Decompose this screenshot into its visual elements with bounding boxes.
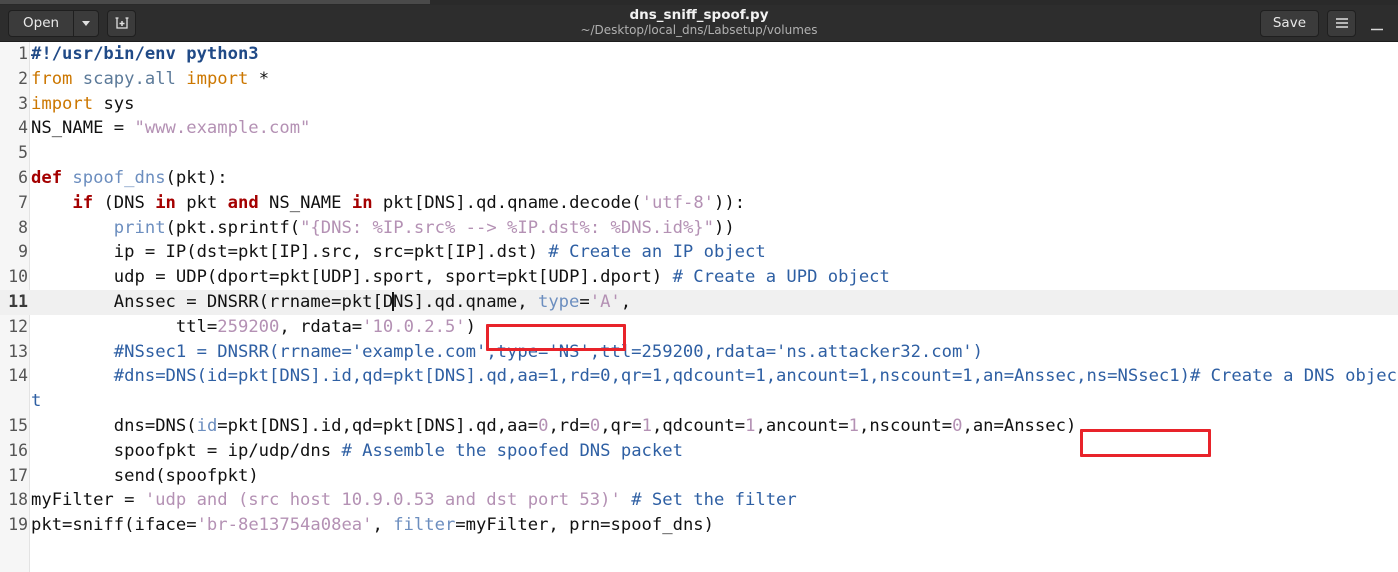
code-line-17[interactable]: 17 send(spoofpkt) [0,464,1398,489]
line-content[interactable]: udp = UDP(dport=pkt[UDP].sport, sport=pk… [30,265,1398,290]
code-line-9[interactable]: 9 ip = IP(dst=pkt[IP].src, src=pkt[IP].d… [0,240,1398,265]
header-bar: Open dns_sniff_spoof.py ~/Desktop/local_… [0,5,1398,42]
line-number: 5 [18,143,28,163]
line-number: 6 [18,167,28,187]
open-dropdown-button[interactable] [73,9,100,37]
line-content[interactable]: pkt=sniff(iface='br-8e13754a08ea', filte… [30,513,1398,538]
code-line-19[interactable]: 19 pkt=sniff(iface='br-8e13754a08ea', fi… [0,513,1398,538]
code-line-11[interactable]: 11 Anssec = DNSRR(rrname=pkt[DNS].qd.qna… [0,289,1398,315]
header-right-controls: Save [1259,9,1390,37]
code-editor[interactable]: 1 #!/usr/bin/env python3 2 from scapy.al… [0,42,1398,572]
code-line-3[interactable]: 3 import sys [0,92,1398,117]
code-line-10[interactable]: 10 udp = UDP(dport=pkt[UDP].sport, sport… [0,265,1398,290]
line-number: 12 [8,316,28,336]
chevron-down-icon [82,20,91,26]
line-number: 4 [18,118,28,138]
line-number: 3 [18,93,28,113]
line-number: 1 [18,44,28,63]
line-content[interactable]: Anssec = DNSRR(rrname=pkt[DNS].qd.qname,… [30,290,1398,315]
window-title-block: dns_sniff_spoof.py ~/Desktop/local_dns/L… [0,5,1398,41]
line-content[interactable]: def spoof_dns(pkt): [30,166,1398,191]
line-content[interactable]: myFilter = 'udp and (src host 10.9.0.53 … [30,488,1398,513]
line-content[interactable]: #!/usr/bin/env python3 [30,42,1398,67]
code-line-8[interactable]: 8 print(pkt.sprintf("{DNS: %IP.src% --> … [0,216,1398,241]
line-content[interactable]: print(pkt.sprintf("{DNS: %IP.src% --> %I… [30,216,1398,241]
minimize-button[interactable] [1364,10,1390,37]
line-number: 17 [8,465,28,485]
line-number: 2 [18,68,28,88]
line-content[interactable]: send(spoofpkt) [30,464,1398,489]
line-content[interactable]: ttl=259200, rdata='10.0.2.5') [30,315,1398,340]
line-content[interactable] [30,141,1398,166]
file-path-subtitle: ~/Desktop/local_dns/Labsetup/volumes [580,23,818,37]
code-line-2[interactable]: 2 from scapy.all import * [0,67,1398,92]
open-button[interactable]: Open [8,9,74,37]
new-document-icon [115,17,129,29]
page-title: dns_sniff_spoof.py [629,7,769,23]
code-line-14[interactable]: 14 #dns=DNS(id=pkt[DNS].id,qd=pkt[DNS].q… [0,364,1398,414]
line-content[interactable]: #dns=DNS(id=pkt[DNS].id,qd=pkt[DNS].qd,a… [30,364,1398,414]
code-line-15[interactable]: 15 dns=DNS(id=pkt[DNS].id,qd=pkt[DNS].qd… [0,414,1398,439]
header-left-controls: Open [8,9,137,37]
line-number: 10 [8,267,28,287]
code-line-16[interactable]: 16 spoofpkt = ip/udp/dns # Assemble the … [0,439,1398,464]
minimize-icon [1371,28,1383,30]
line-content[interactable]: import sys [30,92,1398,117]
line-number: 8 [18,217,28,237]
hamburger-menu-icon [1335,18,1348,28]
line-content[interactable]: ip = IP(dst=pkt[IP].src, src=pkt[IP].dst… [30,240,1398,265]
line-number: 18 [8,490,28,510]
code-line-12[interactable]: 12 ttl=259200, rdata='10.0.2.5') [0,315,1398,340]
line-content[interactable]: dns=DNS(id=pkt[DNS].id,qd=pkt[DNS].qd,aa… [30,414,1398,439]
line-number: 14 [8,366,28,386]
line-number: 9 [18,242,28,262]
code-line-13[interactable]: 13 #NSsec1 = DNSRR(rrname='example.com',… [0,340,1398,365]
line-number: 7 [18,192,28,212]
line-number: 19 [8,515,28,535]
line-number: 11 [8,291,28,311]
line-number: 15 [8,415,28,435]
line-content[interactable]: if (DNS in pkt and NS_NAME in pkt[DNS].q… [30,191,1398,216]
window-tab-indicator [0,0,430,4]
code-line-6[interactable]: 6 def spoof_dns(pkt): [0,166,1398,191]
save-button[interactable]: Save [1259,9,1319,37]
open-button-group[interactable]: Open [8,9,100,37]
line-content[interactable]: spoofpkt = ip/udp/dns # Assemble the spo… [30,439,1398,464]
line-content[interactable]: NS_NAME = "www.example.com" [30,116,1398,141]
code-line-7[interactable]: 7 if (DNS in pkt and NS_NAME in pkt[DNS]… [0,191,1398,216]
new-document-button[interactable] [107,9,137,37]
code-line-18[interactable]: 18 myFilter = 'udp and (src host 10.9.0.… [0,488,1398,513]
line-number: 16 [8,440,28,460]
line-content[interactable]: #NSsec1 = DNSRR(rrname='example.com',typ… [30,340,1398,365]
code-line-5[interactable]: 5 [0,141,1398,166]
code-line-1[interactable]: 1 #!/usr/bin/env python3 [0,42,1398,67]
line-content[interactable]: from scapy.all import * [30,67,1398,92]
hamburger-menu-button[interactable] [1327,9,1356,37]
line-number: 13 [8,341,28,361]
code-line-4[interactable]: 4 NS_NAME = "www.example.com" [0,116,1398,141]
